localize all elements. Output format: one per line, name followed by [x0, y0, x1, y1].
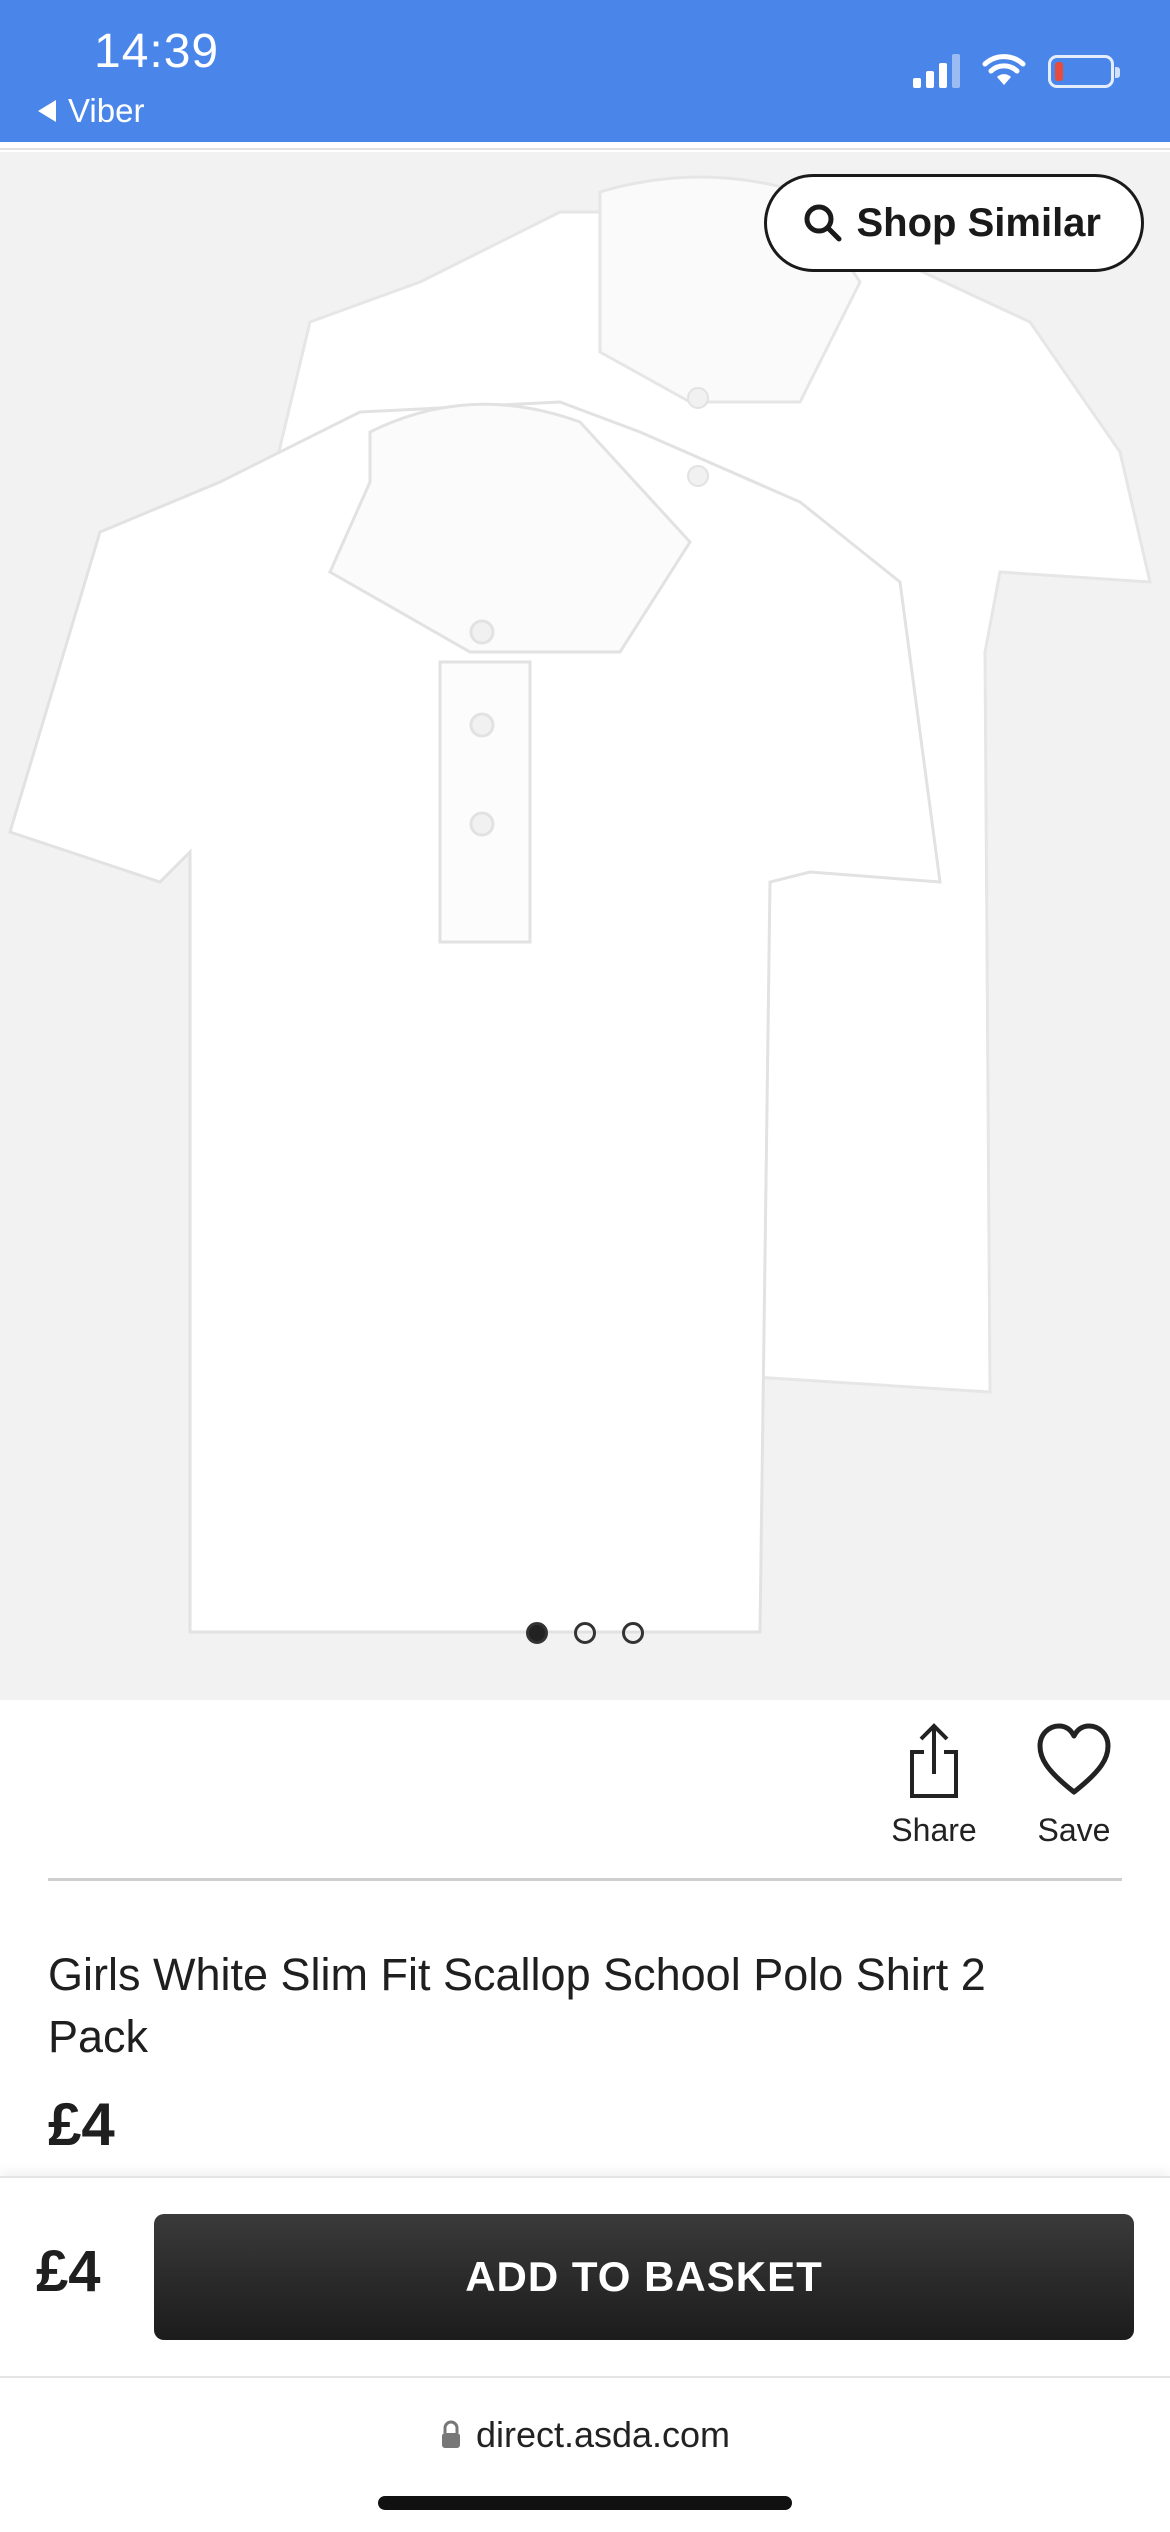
product-actions: Share Save	[886, 1722, 1122, 1849]
add-to-basket-button[interactable]: ADD TO BASKET	[154, 2214, 1134, 2340]
status-icons	[913, 54, 1120, 88]
save-button[interactable]: Save	[1026, 1722, 1122, 1849]
status-bar: 14:39 Viber	[0, 0, 1170, 142]
lock-icon	[441, 2420, 460, 2448]
status-time: 14:39	[94, 25, 220, 78]
url-text: direct.asda.com	[475, 2414, 731, 2455]
divider	[48, 1878, 1122, 1881]
product-price: £4	[48, 2091, 115, 2158]
shop-similar-button[interactable]: Shop Similar	[763, 174, 1144, 272]
sticky-basket-bar: £4 ADD TO BASKET	[0, 2176, 1170, 2376]
heart-icon	[1037, 1723, 1111, 1795]
back-arrow-icon	[38, 100, 56, 122]
carousel-dot-3[interactable]	[622, 1622, 644, 1644]
back-app-label: Viber	[68, 92, 145, 129]
battery-icon	[1048, 54, 1120, 88]
carousel-dot-2[interactable]	[574, 1622, 596, 1644]
cellular-signal-icon	[913, 54, 960, 88]
save-label: Save	[1037, 1812, 1111, 1848]
home-indicator[interactable]	[378, 2496, 792, 2510]
browser-url-bar[interactable]: direct.asda.com	[0, 2376, 1170, 2532]
battery-level	[1055, 61, 1063, 81]
share-label: Share	[891, 1812, 977, 1848]
sticky-price: £4	[36, 2239, 101, 2304]
wifi-icon	[982, 54, 1026, 85]
product-image	[8, 175, 1152, 1634]
product-title: Girls White Slim Fit Scallop School Polo…	[48, 1949, 986, 2062]
carousel-dots	[0, 1622, 1170, 1644]
share-button[interactable]: Share	[886, 1722, 982, 1849]
carousel-dot-1[interactable]	[526, 1622, 548, 1644]
product-image-gallery[interactable]: Shop Similar	[0, 152, 1170, 1700]
back-to-app-link[interactable]: Viber	[38, 92, 144, 130]
header-separator	[0, 142, 1170, 150]
url-display[interactable]: direct.asda.com	[0, 2414, 1170, 2456]
share-icon	[910, 1723, 958, 1798]
shop-similar-label: Shop Similar	[856, 200, 1102, 245]
search-icon	[804, 204, 841, 242]
